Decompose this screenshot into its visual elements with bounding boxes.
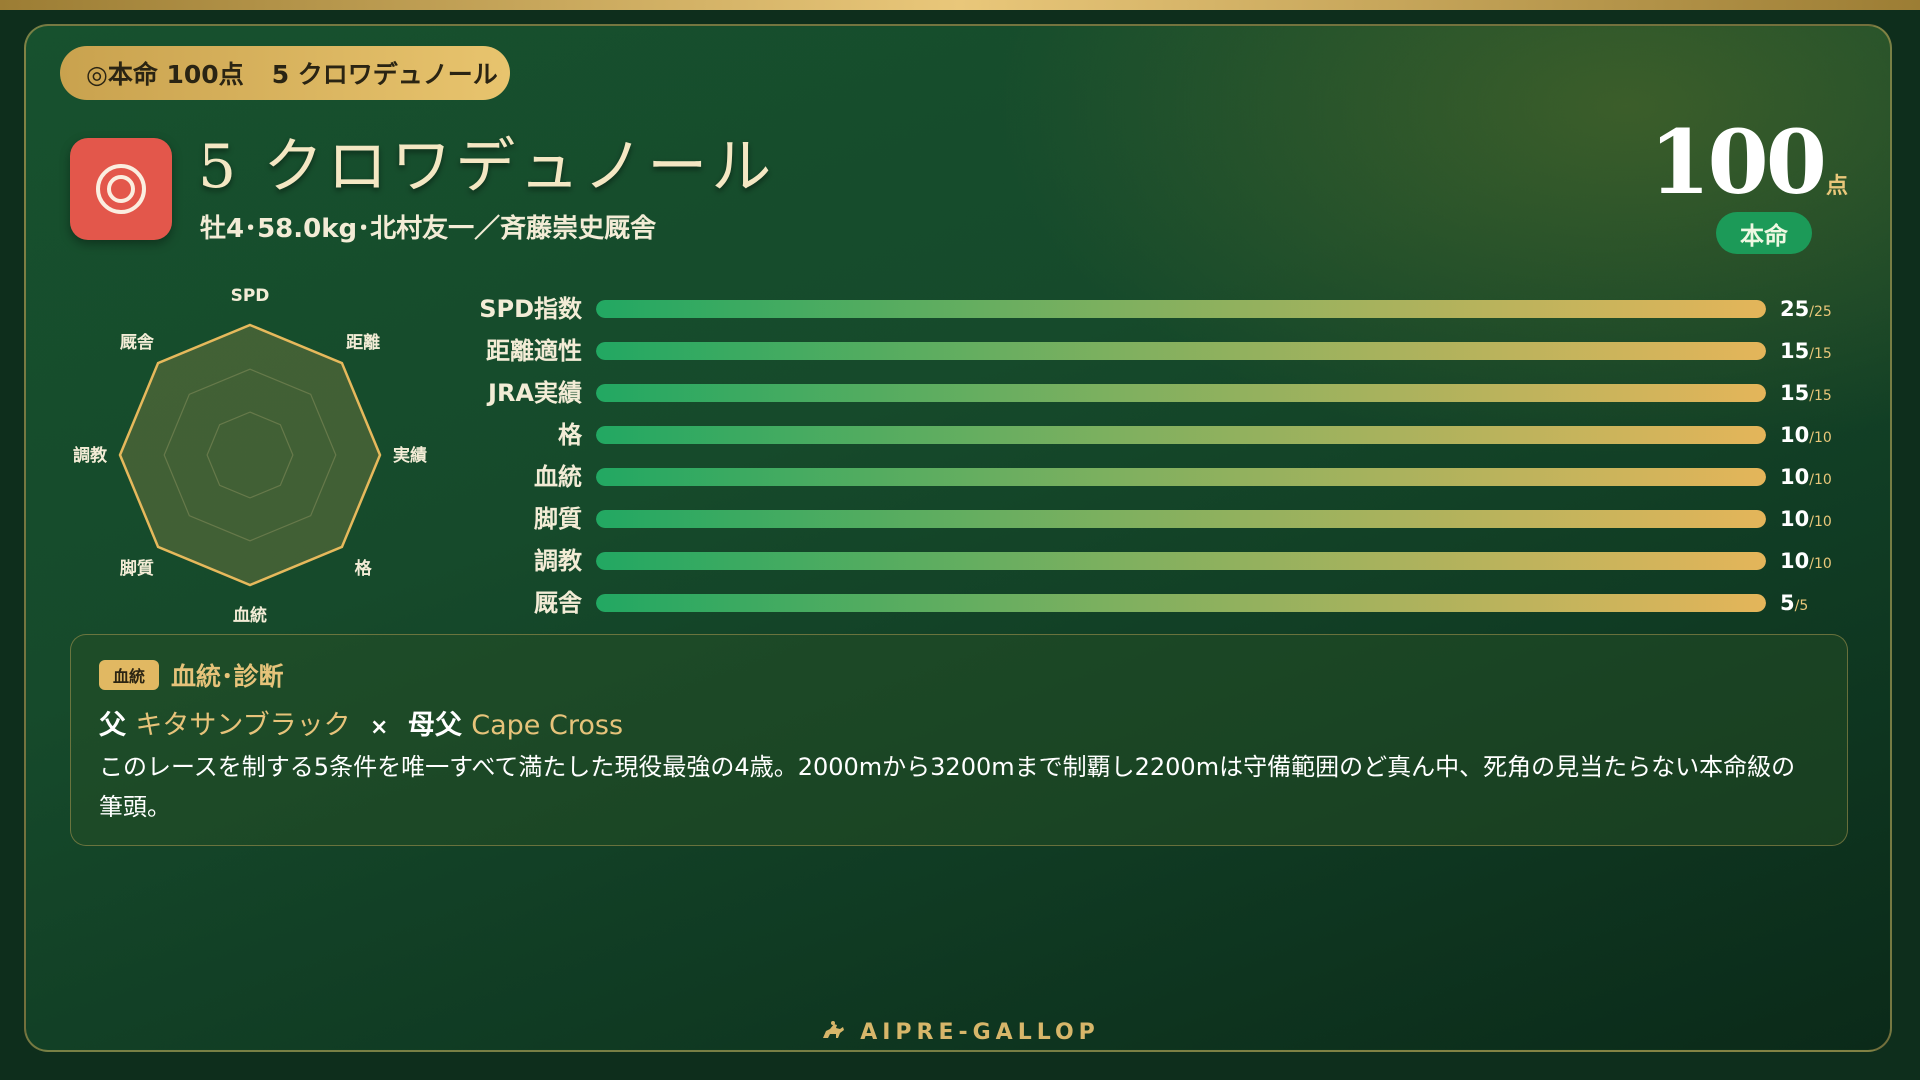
score-bar-fill bbox=[596, 510, 1766, 528]
score-bar-max: /10 bbox=[1809, 514, 1832, 530]
diagnosis-title: 血統･診断 bbox=[171, 662, 284, 691]
score-bar-label: 距離適性 bbox=[486, 337, 582, 365]
score-bar-label: 厩舎 bbox=[534, 589, 582, 617]
brand-name: AIPRE-GALLOP bbox=[860, 1020, 1100, 1045]
pedigree-line: 父 キタサンブラック × 母父 Cape Cross bbox=[99, 703, 623, 742]
score-bar-points: 15 bbox=[1780, 339, 1810, 363]
sire-label: 父 bbox=[99, 710, 126, 741]
score-bar-value: 10/10 bbox=[1780, 414, 1832, 459]
score-bar-value: 15/15 bbox=[1780, 372, 1832, 417]
score-bar-fill bbox=[596, 426, 1766, 444]
radar-chart: SPD 距離実績格血統 脚質 調教 厩舎 bbox=[73, 286, 427, 626]
horse-rider-icon bbox=[823, 1021, 845, 1038]
score-bar-track bbox=[596, 300, 1766, 318]
double-circle-icon bbox=[96, 164, 146, 214]
score-bar-track bbox=[596, 342, 1766, 360]
cross-symbol: × bbox=[370, 715, 389, 740]
score-bar-row: 厩舎 5/5 bbox=[460, 582, 1860, 624]
score-value: 100 bbox=[1649, 110, 1827, 214]
rank-pill: ◎本命 100点 5 クロワデュノール bbox=[60, 46, 510, 100]
score-bar-fill bbox=[596, 300, 1766, 318]
score-bar-points: 10 bbox=[1780, 507, 1810, 531]
score-bar-row: JRA実績 15/15 bbox=[460, 372, 1860, 414]
diagnosis-text: このレースを制する5条件を唯一すべて満たした現役最強の4歳。2000mから320… bbox=[99, 753, 1796, 821]
score-bar-points: 10 bbox=[1780, 465, 1810, 489]
honmei-mark-icon bbox=[70, 138, 172, 240]
score-bar-row: 調教 10/10 bbox=[460, 540, 1860, 582]
score-bar-fill bbox=[596, 594, 1766, 612]
diagnosis-panel: 血統 血統･診断 父 キタサンブラック × 母父 Cape Cross このレー… bbox=[70, 634, 1848, 846]
score-bar-value: 10/10 bbox=[1780, 498, 1832, 543]
score-bar-max: /15 bbox=[1809, 346, 1832, 362]
score-bar-value: 5/5 bbox=[1780, 582, 1808, 627]
brand-footer: AIPRE-GALLOP bbox=[0, 1020, 1920, 1045]
score-bar-label: SPD指数 bbox=[479, 295, 582, 323]
score-bar-track bbox=[596, 510, 1766, 528]
score-bar-row: 脚質 10/10 bbox=[460, 498, 1860, 540]
score-bar-row: 血統 10/10 bbox=[460, 456, 1860, 498]
score-bar-row: 格 10/10 bbox=[460, 414, 1860, 456]
score-bar-label: 脚質 bbox=[534, 505, 582, 533]
score-bar-max: /5 bbox=[1794, 598, 1809, 614]
score-bar-value: 25/25 bbox=[1780, 288, 1832, 333]
score-bar-fill bbox=[596, 468, 1766, 486]
dam-sire-name: Cape Cross bbox=[471, 710, 624, 741]
score-bar-track bbox=[596, 552, 1766, 570]
score-unit: 点 bbox=[1825, 174, 1848, 199]
score-bar-track bbox=[596, 468, 1766, 486]
score-bar-points: 5 bbox=[1780, 591, 1795, 615]
score-bar-points: 25 bbox=[1780, 297, 1810, 321]
score-bar-fill bbox=[596, 552, 1766, 570]
radar-axis-label: 実績 bbox=[393, 445, 427, 466]
diagnosis-tag: 血統 bbox=[99, 660, 159, 690]
rank-badge: 本命 bbox=[1716, 212, 1812, 254]
top-accent-line bbox=[0, 0, 1920, 10]
sire-name: キタサンブラック bbox=[135, 710, 351, 741]
score-bar-value: 15/15 bbox=[1780, 330, 1832, 375]
horse-name: 5 クロワデュノール bbox=[198, 132, 776, 202]
score-bar-track bbox=[596, 426, 1766, 444]
rank-pill-rank: ◎本命 100点 bbox=[86, 60, 244, 89]
score-bar-track bbox=[596, 384, 1766, 402]
score-bar-value: 10/10 bbox=[1780, 540, 1832, 585]
score-bar-max: /15 bbox=[1809, 388, 1832, 404]
score-bar-row: 距離適性 15/15 bbox=[460, 330, 1860, 372]
radar-axis-label: 脚質 bbox=[120, 558, 154, 579]
score-bar-points: 10 bbox=[1780, 423, 1810, 447]
score-bar-points: 15 bbox=[1780, 381, 1810, 405]
score-bar-max: /10 bbox=[1809, 472, 1832, 488]
score-bar-max: /10 bbox=[1809, 556, 1832, 572]
score-bar-value: 10/10 bbox=[1780, 456, 1832, 501]
score-bar-fill bbox=[596, 384, 1766, 402]
score-bar-max: /10 bbox=[1809, 430, 1832, 446]
score-bar-fill bbox=[596, 342, 1766, 360]
radar-axis-label: 厩舎 bbox=[120, 332, 155, 353]
rank-pill-horse: 5 クロワデュノール bbox=[271, 60, 498, 89]
score-bar-label: 格 bbox=[558, 421, 582, 449]
radar-axis-label: 格 bbox=[355, 558, 373, 579]
radar-axis-label: SPD bbox=[231, 286, 270, 306]
total-score: 100点 bbox=[1649, 110, 1848, 214]
score-breakdown: SPD指数 25/25 距離適性 15/15 JRA実績 15/15 格 10/10 血統 10/… bbox=[460, 288, 1860, 624]
score-bar-track bbox=[596, 594, 1766, 612]
score-bar-row: SPD指数 25/25 bbox=[460, 288, 1860, 330]
horse-details: 牡4･58.0kg･北村友一／斉藤崇史厩舎 bbox=[200, 214, 657, 244]
radar-axis-label: 血統 bbox=[233, 605, 267, 626]
radar-axis-label: 調教 bbox=[73, 445, 108, 466]
radar-value-area bbox=[118, 323, 382, 587]
radar-axis-label: 距離 bbox=[346, 332, 380, 353]
dam-sire-label: 母父 bbox=[407, 710, 462, 741]
score-bar-points: 10 bbox=[1780, 549, 1810, 573]
score-bar-label: 調教 bbox=[534, 547, 582, 575]
score-bar-label: JRA実績 bbox=[488, 379, 582, 407]
score-bar-max: /25 bbox=[1809, 304, 1832, 320]
score-bar-label: 血統 bbox=[534, 463, 582, 491]
